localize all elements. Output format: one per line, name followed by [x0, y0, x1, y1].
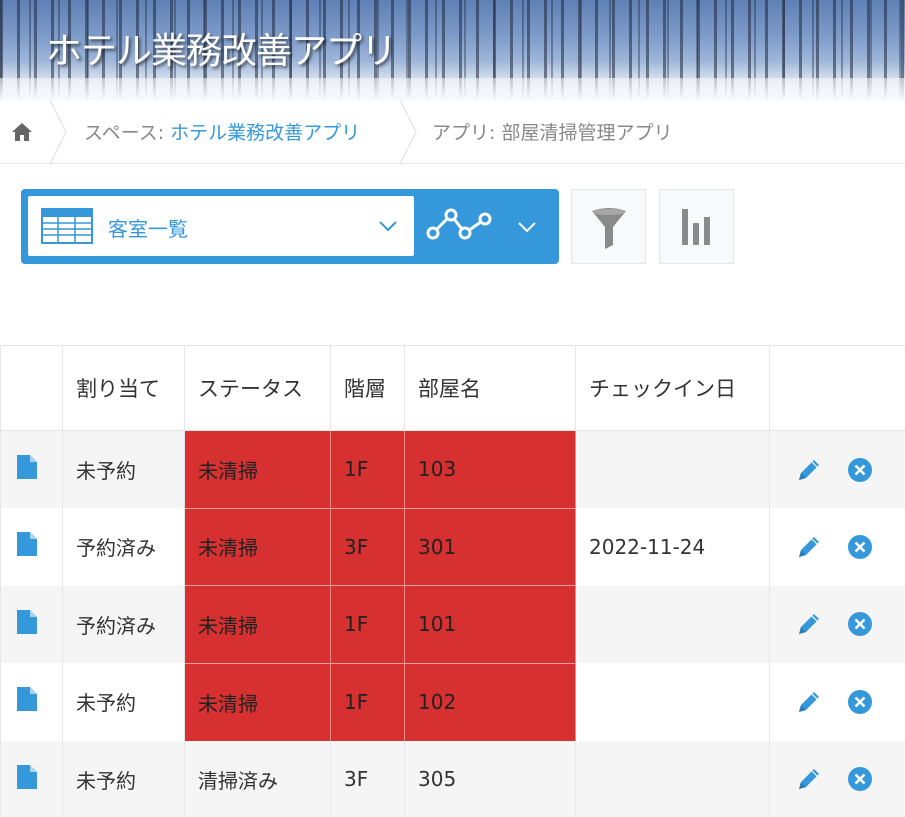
breadcrumb: スペース: ホテル業務改善アプリ アプリ: 部屋清掃管理アプリ	[0, 99, 905, 165]
view-name: 客室一覧	[108, 217, 188, 241]
filter-button[interactable]	[571, 189, 646, 264]
table-view-icon	[41, 208, 93, 244]
breadcrumb-app: アプリ: 部屋清掃管理アプリ	[432, 122, 673, 144]
breadcrumb-space-prefix: スペース:	[84, 122, 171, 144]
table-row: 予約済み 未清掃 1F 101	[0, 585, 905, 663]
cell-status: 未清掃	[184, 662, 331, 741]
document-icon[interactable]	[16, 609, 38, 635]
filter-icon	[592, 208, 626, 249]
cell-checkin	[575, 740, 770, 817]
cell-checkin: 2022-11-24	[575, 508, 770, 586]
breadcrumb-separator-icon	[398, 99, 418, 165]
record-detail-cell[interactable]	[0, 508, 63, 586]
breadcrumb-separator-icon	[48, 99, 68, 165]
header-banner: ホテル業務改善アプリ	[0, 0, 905, 100]
chevron-down-icon	[379, 221, 397, 232]
cell-room: 301	[404, 507, 576, 586]
cell-assign: 予約済み	[62, 508, 185, 586]
header-blank	[0, 345, 63, 431]
cell-actions	[769, 430, 905, 508]
delete-icon[interactable]	[847, 689, 873, 715]
document-icon[interactable]	[16, 531, 38, 557]
cell-floor: 1F	[330, 585, 405, 663]
chart-button[interactable]	[659, 189, 734, 264]
cell-status: 未清掃	[184, 507, 331, 586]
cell-assign: 未予約	[62, 740, 185, 817]
view-bar: 客室一覧	[21, 189, 559, 264]
cell-status: 未清掃	[184, 585, 331, 663]
header-checkin[interactable]: チェックイン日	[575, 345, 770, 431]
header-room[interactable]: 部屋名	[404, 345, 576, 431]
cell-actions	[769, 508, 905, 586]
breadcrumb-space: スペース: ホテル業務改善アプリ	[84, 118, 360, 145]
cell-actions	[769, 663, 905, 741]
delete-icon[interactable]	[847, 611, 873, 637]
pencil-icon[interactable]	[795, 533, 823, 561]
delete-icon[interactable]	[847, 534, 873, 560]
bar-chart-icon	[682, 209, 710, 245]
cell-checkin	[575, 585, 770, 663]
pencil-icon[interactable]	[795, 456, 823, 484]
record-detail-cell[interactable]	[0, 430, 63, 508]
record-detail-cell[interactable]	[0, 740, 63, 817]
delete-icon[interactable]	[847, 457, 873, 483]
pencil-icon[interactable]	[795, 610, 823, 638]
cell-room: 103	[404, 430, 576, 508]
document-icon[interactable]	[16, 454, 38, 480]
record-detail-cell[interactable]	[0, 585, 63, 663]
cell-assign: 未予約	[62, 663, 185, 741]
cell-assign: 未予約	[62, 430, 185, 508]
cell-status: 清掃済み	[184, 740, 331, 817]
graph-icon[interactable]	[425, 203, 493, 249]
home-icon[interactable]	[10, 120, 34, 144]
delete-icon[interactable]	[847, 766, 873, 792]
cell-room: 305	[404, 740, 576, 817]
header-actions	[769, 345, 905, 431]
view-selector[interactable]: 客室一覧	[28, 196, 414, 256]
breadcrumb-space-link[interactable]: ホテル業務改善アプリ	[170, 122, 360, 144]
cell-floor: 1F	[330, 430, 405, 508]
cell-floor: 3F	[330, 740, 405, 817]
table-header-row: 割り当て ステータス 階層 部屋名 チェックイン日	[0, 345, 905, 431]
cell-assign: 予約済み	[62, 585, 185, 663]
table-row: 未予約 未清掃 1F 102	[0, 662, 905, 741]
document-icon[interactable]	[16, 686, 38, 712]
cell-actions	[769, 585, 905, 663]
pencil-icon[interactable]	[795, 688, 823, 716]
table-row: 予約済み 未清掃 3F 301 2022-11-24	[0, 507, 905, 586]
cell-floor: 1F	[330, 662, 405, 741]
header-status[interactable]: ステータス	[184, 345, 331, 431]
app-title: ホテル業務改善アプリ	[46, 31, 397, 72]
cell-checkin	[575, 663, 770, 741]
cell-room: 101	[404, 585, 576, 663]
records-table: 割り当て ステータス 階層 部屋名 チェックイン日 未予約 未清掃 1F 103	[0, 345, 905, 817]
table-row: 未予約 未清掃 1F 103	[0, 430, 905, 508]
chevron-down-icon[interactable]	[517, 219, 537, 235]
header-floor[interactable]: 階層	[330, 345, 405, 431]
cell-status: 未清掃	[184, 430, 331, 508]
cell-room: 102	[404, 662, 576, 741]
cell-actions	[769, 740, 905, 817]
pencil-icon[interactable]	[795, 765, 823, 793]
cell-floor: 3F	[330, 507, 405, 586]
cell-checkin	[575, 430, 770, 508]
document-icon[interactable]	[16, 764, 38, 790]
record-detail-cell[interactable]	[0, 663, 63, 741]
table-row: 未予約 清掃済み 3F 305	[0, 740, 905, 817]
header-assign[interactable]: 割り当て	[62, 345, 185, 431]
